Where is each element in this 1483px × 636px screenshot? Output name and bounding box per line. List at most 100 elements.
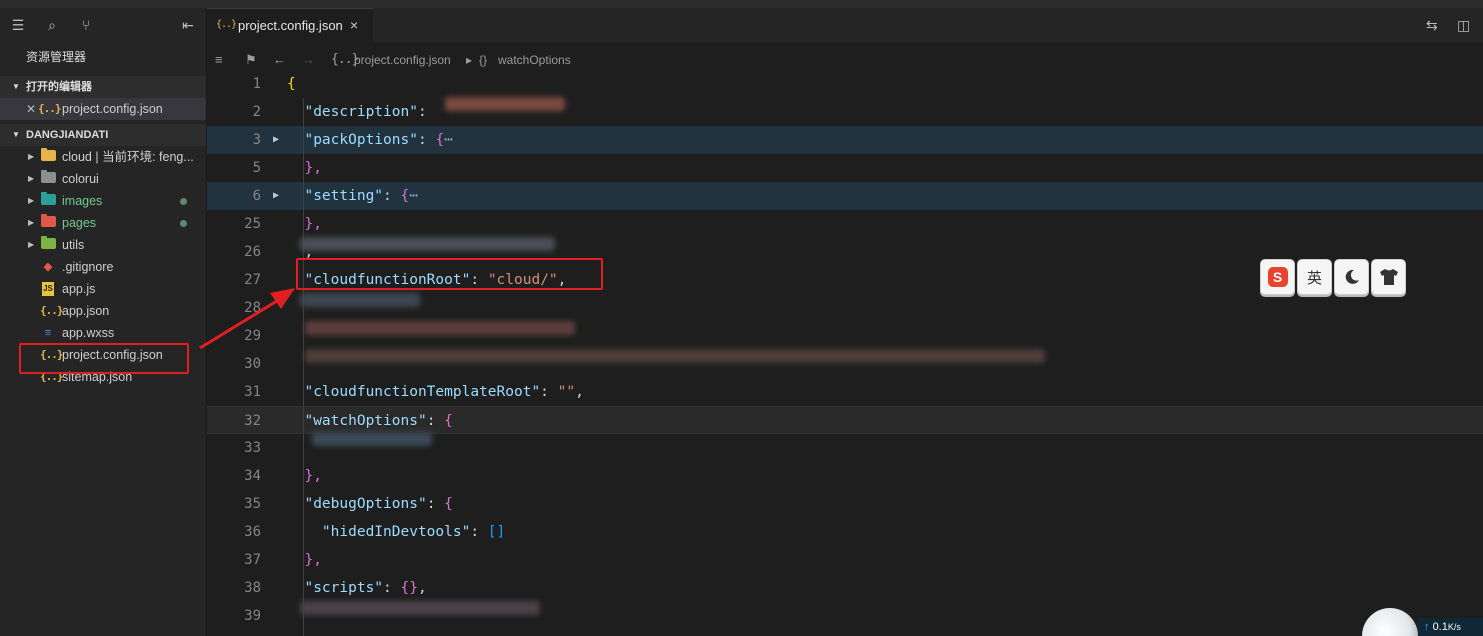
code-text: "simulatorPluginLibVersion": {} bbox=[287, 630, 575, 636]
sidebar-title: 资源管理器 bbox=[26, 50, 87, 64]
moon-button[interactable] bbox=[1334, 259, 1369, 295]
sogou-button[interactable]: S bbox=[1260, 259, 1295, 295]
net-speed-indicator: ↑ 0.1K/s bbox=[1418, 618, 1483, 636]
outline-icon[interactable]: ≡ bbox=[215, 50, 223, 70]
fold-toggle-icon[interactable]: ▶ bbox=[273, 126, 279, 154]
line-number: 3 bbox=[252, 132, 261, 148]
brace-token: { bbox=[287, 76, 296, 92]
skin-button[interactable] bbox=[1371, 259, 1406, 295]
code-line[interactable]: 3 ▶ "packOptions": {⋯ bbox=[207, 126, 1483, 154]
tree-item-cloud[interactable]: ▶ cloud | 当前环境: feng... bbox=[0, 146, 206, 168]
bracket-token: { bbox=[400, 188, 410, 204]
breadcrumb-file[interactable]: project.config.json bbox=[354, 50, 451, 70]
code-line[interactable]: 6 ▶ "setting": {⋯ bbox=[207, 182, 1483, 210]
redacted-line bbox=[300, 293, 420, 307]
bracket-token: {} bbox=[400, 580, 418, 596]
bracket-token: [] bbox=[487, 524, 506, 540]
code-line[interactable]: 37 }, bbox=[207, 546, 1483, 574]
back-arrow-icon[interactable]: ← bbox=[273, 50, 286, 70]
highlight-box-file bbox=[19, 343, 189, 374]
breadcrumb-symbol[interactable]: watchOptions bbox=[498, 50, 571, 70]
chevron-right-icon[interactable]: ▶ bbox=[28, 190, 34, 212]
tree-item-gitignore[interactable]: ◆ .gitignore bbox=[0, 256, 206, 278]
line-number: 26 bbox=[244, 244, 261, 260]
bookmark-icon[interactable]: ⚑ bbox=[245, 50, 257, 70]
chevron-right-icon[interactable]: ▶ bbox=[28, 146, 34, 168]
bracket-token: }, bbox=[304, 216, 322, 232]
sogou-logo-icon: S bbox=[1267, 267, 1288, 287]
code-line[interactable]: 5 }, bbox=[207, 154, 1483, 182]
tree-item-app-js[interactable]: JS app.js bbox=[0, 278, 206, 300]
json-key: "description" bbox=[304, 104, 418, 120]
line-number: 28 bbox=[244, 300, 261, 316]
code-text: { bbox=[287, 70, 296, 98]
bracket-token: }, bbox=[304, 160, 322, 176]
code-text: }, bbox=[287, 546, 321, 574]
project-section[interactable]: ▼ DANGJIANDATI bbox=[0, 124, 206, 146]
compare-icon[interactable]: ⇆ bbox=[1426, 17, 1438, 34]
chevron-right-icon[interactable]: ▶ bbox=[28, 212, 34, 234]
shirt-icon bbox=[1379, 269, 1398, 285]
moon-icon bbox=[1345, 269, 1359, 284]
close-icon[interactable]: ✕ bbox=[26, 98, 36, 120]
css-icon: ≡ bbox=[44, 327, 52, 339]
tree-item-utils[interactable]: ▶ utils bbox=[0, 234, 206, 256]
line-number: 32 bbox=[244, 413, 261, 429]
json-key: "debugOptions" bbox=[304, 496, 427, 512]
chevron-down-icon: ▼ bbox=[12, 82, 20, 91]
source-control-icon[interactable]: ⑂ bbox=[78, 17, 94, 33]
json-icon: {..} bbox=[38, 102, 62, 115]
line-number: 37 bbox=[244, 552, 261, 568]
line-number: 2 bbox=[252, 104, 261, 120]
separator: : bbox=[383, 188, 401, 204]
code-text: "packOptions": {⋯ bbox=[287, 126, 452, 154]
code-line[interactable]: 2 "description": bbox=[207, 98, 1483, 126]
punctuation: , bbox=[575, 384, 584, 400]
line-number: 31 bbox=[244, 384, 261, 400]
code-text: "watchOptions": { bbox=[287, 407, 452, 435]
tree-item-app-json[interactable]: {..} app.json bbox=[0, 300, 206, 322]
tab-close-icon[interactable]: × bbox=[350, 17, 358, 33]
search-icon[interactable]: ⌕ bbox=[44, 17, 60, 33]
ime-toolbar: S 英 bbox=[1260, 259, 1408, 297]
tree-item-colorui[interactable]: ▶ colorui bbox=[0, 168, 206, 190]
code-text: }, bbox=[287, 462, 322, 490]
tree-item-pages[interactable]: ▶ pages bbox=[0, 212, 206, 234]
explorer-list-icon[interactable]: ☰ bbox=[10, 17, 26, 33]
line-number: 6 bbox=[252, 188, 261, 204]
code-line[interactable]: 32 "watchOptions": { bbox=[207, 406, 1483, 434]
code-line[interactable]: 38 "scripts": {}, bbox=[207, 574, 1483, 602]
chevron-right-icon[interactable]: ▶ bbox=[28, 168, 34, 190]
code-line[interactable]: 25 }, bbox=[207, 210, 1483, 238]
separator: : bbox=[426, 496, 445, 512]
forward-arrow-icon[interactable]: → bbox=[302, 50, 315, 70]
json-icon: {..} bbox=[40, 304, 64, 317]
open-editors-section[interactable]: ▼ 打开的编辑器 bbox=[0, 76, 206, 98]
line-number: 35 bbox=[244, 496, 261, 512]
line-number: 5 bbox=[252, 160, 261, 176]
code-line[interactable]: 40 "simulatorPluginLibVersion": {} bbox=[207, 630, 1483, 636]
json-key: "scripts" bbox=[304, 580, 384, 596]
fold-toggle-icon[interactable]: ▶ bbox=[273, 182, 279, 210]
code-line[interactable]: 35 "debugOptions": { bbox=[207, 490, 1483, 518]
bracket-token: { bbox=[444, 496, 453, 512]
collapse-sidebar-icon[interactable]: ⇤ bbox=[180, 17, 196, 33]
bracket-token: }, bbox=[304, 468, 322, 484]
images-folder-icon bbox=[40, 192, 56, 208]
tree-item-images[interactable]: ▶ images bbox=[0, 190, 206, 212]
code-line[interactable]: 34 }, bbox=[207, 462, 1483, 490]
code-line[interactable]: 36 "hidedInDevtools": [] bbox=[207, 518, 1483, 546]
tree-item-app-wxss[interactable]: ≡ app.wxss bbox=[0, 322, 206, 344]
code-line[interactable]: 31 "cloudfunctionTemplateRoot": "", bbox=[207, 378, 1483, 406]
lang-toggle-button[interactable]: 英 bbox=[1297, 259, 1332, 295]
redacted-line bbox=[300, 601, 540, 615]
split-editor-icon[interactable]: ◫ bbox=[1457, 17, 1470, 34]
line-number: 30 bbox=[244, 356, 261, 372]
separator: : bbox=[417, 132, 436, 148]
tab-project-config[interactable]: {..} project.config.json × bbox=[207, 8, 373, 42]
open-editor-item[interactable]: ✕ {..} project.config.json bbox=[0, 98, 206, 120]
chevron-right-icon[interactable]: ▶ bbox=[28, 234, 34, 256]
folder-icon bbox=[40, 170, 56, 186]
code-line[interactable]: 1{ bbox=[207, 70, 1483, 98]
bracket-token: { bbox=[435, 132, 445, 148]
